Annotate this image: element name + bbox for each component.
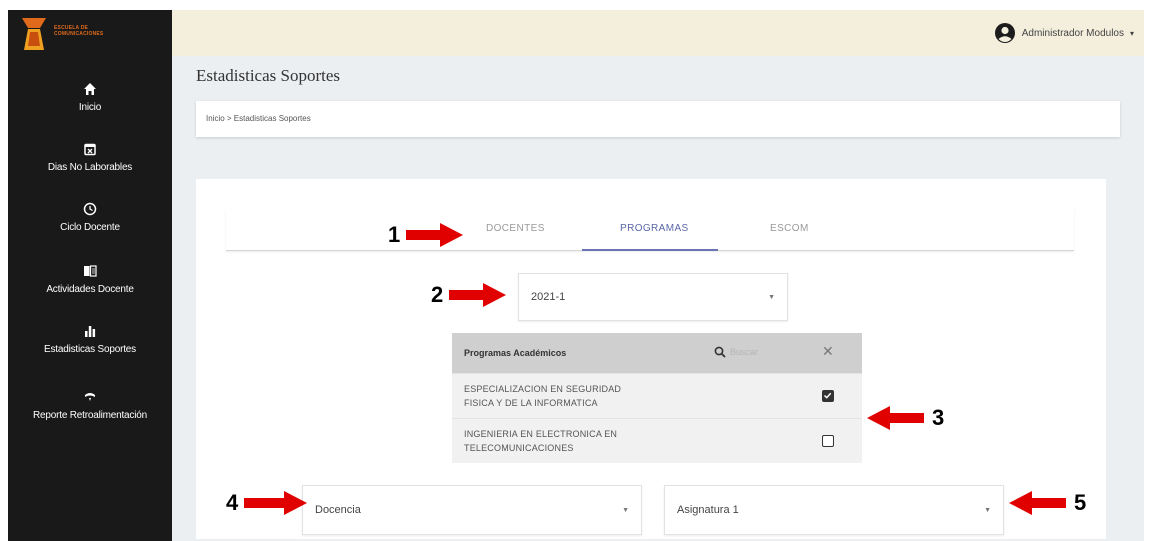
programs-table-title: Programas Académicos [464,348,567,358]
page-title: Estadisticas Soportes [196,66,341,85]
sidebar-item-estadisticas-soportes[interactable]: Estadisticas Soportes [8,324,172,355]
program-name: INGENIERIA EN ELECTRONICA EN TELECOMUNIC… [464,429,618,453]
annotation-number: 1 [388,222,401,247]
annotation-number: 4 [226,490,239,515]
category-select[interactable]: Docencia ▼ [302,485,642,535]
annotation-number: 3 [932,405,945,430]
checkmark-icon [823,392,832,399]
sidebar-item-label: Inicio [78,102,102,113]
breadcrumb-card: Inicio > Estadisticas Soportes [196,101,1120,137]
top-bar: Administrador Modulos ▾ [172,10,1144,56]
arrow-right-icon [244,491,308,515]
tab-escom[interactable]: ESCOM [770,223,809,234]
programs-search-input[interactable] [730,344,778,360]
category-select-value: Docencia [315,504,361,516]
chevron-down-icon: ▼ [622,507,629,515]
period-select[interactable]: 2021-1 ▼ [518,273,788,321]
bar-chart-icon [8,324,172,342]
annotation-4: 4 [226,490,308,516]
sidebar-item-label: Estadisticas Soportes [44,344,136,355]
active-tab-indicator [582,249,718,251]
annotation-number: 5 [1074,490,1087,515]
programs-table-header: Programas Académicos ✕ [452,333,862,373]
sidebar-item-inicio[interactable]: Inicio [8,82,172,113]
stats-card: DOCENTES PROGRAMAS ESCOM 2021-1 ▼ Progra… [196,179,1106,539]
annotation-2: 2 [431,282,507,308]
logo-mark-icon [22,18,46,50]
account-circle-icon [994,23,1015,43]
arrow-right-icon [406,223,464,247]
sidebar-item-label: Reporte Retroalimentación [33,410,147,421]
sidebar-item-actividades-docente[interactable]: Actividades Docente [8,264,172,295]
feedback-icon [8,390,172,408]
sidebar-item-label: Ciclo Docente [60,222,120,233]
tabs-bar: DOCENTES PROGRAMAS ESCOM [226,209,1074,251]
sidebar: ESCUELA DE COMUNICACIONES Inicio Dias No… [8,10,172,541]
annotation-1: 1 [388,222,464,248]
programs-table: Programas Académicos ✕ ESPECIALIZACION E… [452,333,862,463]
arrow-right-icon [449,283,507,307]
close-icon[interactable]: ✕ [822,343,834,360]
subject-select[interactable]: Asignatura 1 ▼ [664,485,1004,535]
list-item: ESPECIALIZACION EN SEGURIDAD FISICA Y DE… [452,373,862,418]
logo-text-line2: COMUNICACIONES [54,31,104,37]
list-item: INGENIERIA EN ELECTRONICA EN TELECOMUNIC… [452,418,862,463]
period-select-value: 2021-1 [531,291,566,303]
sidebar-item-dias-no-laborables[interactable]: Dias No Laborables [8,142,172,173]
book-icon [8,264,172,282]
annotation-number: 2 [431,282,444,307]
home-icon [8,82,172,100]
arrow-left-icon [867,406,924,430]
program-checkbox[interactable] [822,390,834,402]
clock-icon [8,202,172,220]
caret-down-icon: ▾ [1129,28,1134,38]
calendar-x-icon [8,142,172,160]
user-name: Administrador Modulos [1021,27,1124,39]
breadcrumb[interactable]: Inicio > Estadisticas Soportes [206,114,311,123]
search-icon[interactable] [714,346,726,358]
program-name: ESPECIALIZACION EN SEGURIDAD FISICA Y DE… [464,384,622,408]
arrow-left-icon [1009,491,1066,515]
chevron-down-icon: ▼ [768,294,775,302]
sidebar-item-label: Actividades Docente [46,284,134,295]
sidebar-item-reporte-retroalimentacion[interactable]: Reporte Retroalimentación [8,390,172,421]
sidebar-item-label: Dias No Laborables [47,162,133,173]
logo[interactable]: ESCUELA DE COMUNICACIONES [20,16,140,56]
program-checkbox[interactable] [822,435,834,447]
user-menu[interactable]: Administrador Modulos ▾ [994,22,1134,44]
chevron-down-icon: ▼ [984,507,991,515]
tab-docentes[interactable]: DOCENTES [486,223,545,234]
logo-text: ESCUELA DE COMUNICACIONES [54,25,103,37]
subject-select-value: Asignatura 1 [677,504,739,516]
tab-programas[interactable]: PROGRAMAS [620,223,689,234]
annotation-5: 5 [1008,490,1086,516]
sidebar-item-ciclo-docente[interactable]: Ciclo Docente [8,202,172,233]
annotation-3: 3 [866,405,944,431]
